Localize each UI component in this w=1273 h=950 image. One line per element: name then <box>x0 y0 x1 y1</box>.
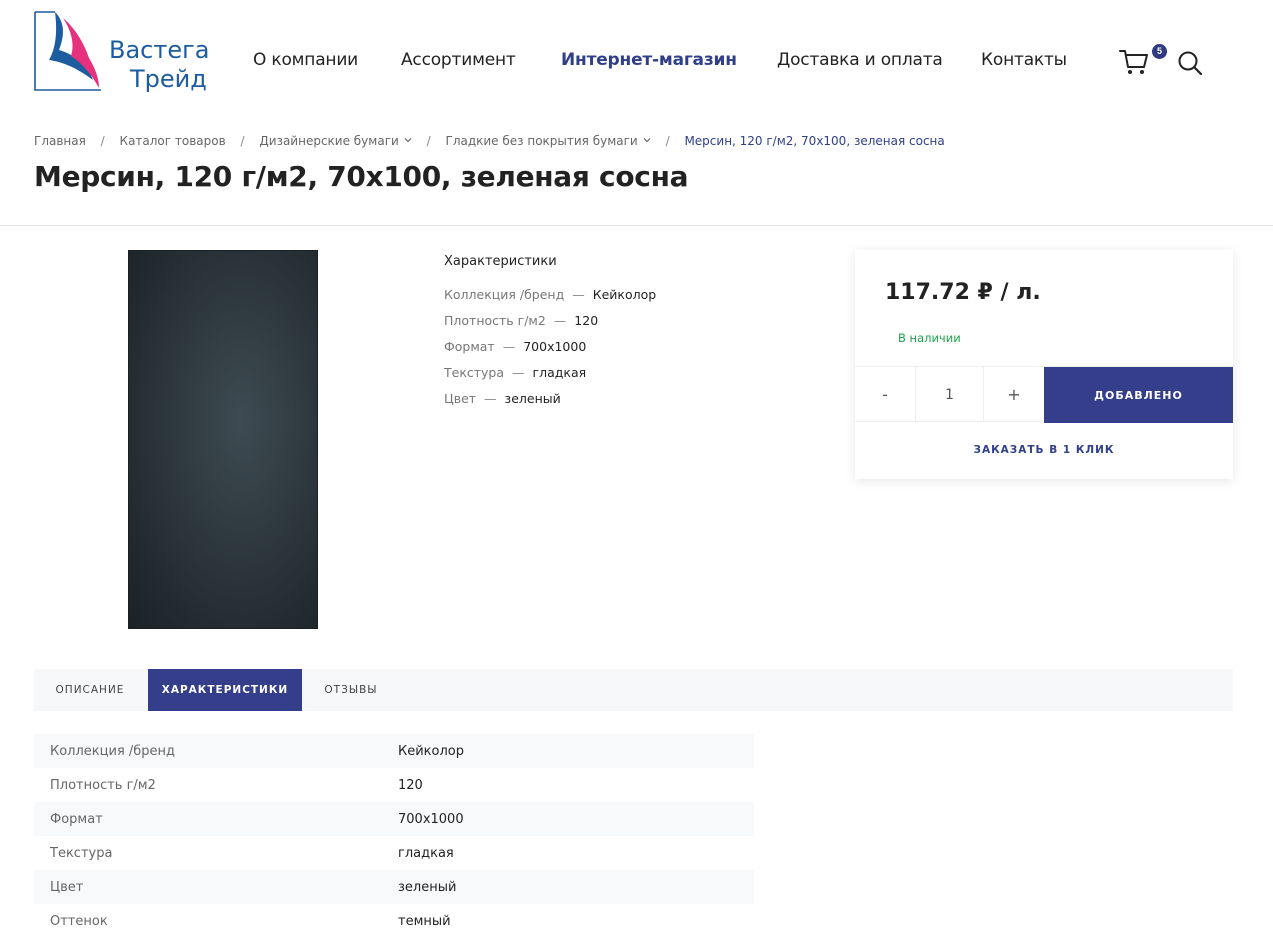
buy-box: 117.72 ₽ / л. В наличии - + ДОБАВЛЕНО ЗА… <box>855 250 1233 479</box>
quantity-row: - + ДОБАВЛЕНО <box>855 366 1233 423</box>
characteristic-row: Плотность г/м2 — 120 <box>444 313 656 339</box>
breadcrumb-home[interactable]: Главная <box>34 134 86 148</box>
quantity-input[interactable] <box>916 367 984 422</box>
characteristic-value: 700x1000 <box>523 339 587 354</box>
spec-value: зеленый <box>398 879 457 895</box>
page-title: Мерсин, 120 г/м2, 70x100, зеленая сосна <box>34 160 689 193</box>
logo-line2: Трейд <box>130 65 207 93</box>
characteristic-value: зеленый <box>504 391 561 406</box>
quantity-increase-button[interactable]: + <box>984 367 1044 422</box>
table-row: Формат 700x1000 <box>34 802 754 836</box>
search-icon <box>1178 51 1203 76</box>
spec-key: Текстура <box>50 845 113 861</box>
search-button[interactable] <box>1177 50 1203 76</box>
characteristics-list: Коллекция /бренд — Кейколор Плотность г/м2… <box>444 287 656 417</box>
spec-table: Коллекция /бренд Кейколор Плотность г/м2 1… <box>34 734 754 938</box>
shopping-cart-icon <box>1119 50 1148 74</box>
tab-characteristics[interactable]: ХАРАКТЕРИСТИКИ <box>148 669 302 711</box>
characteristic-value: гладкая <box>532 365 587 380</box>
nav-contacts[interactable]: Контакты <box>981 50 1067 70</box>
characteristic-key: Коллекция /бренд <box>444 287 565 302</box>
logo-line1: Вастега <box>109 36 210 64</box>
one-click-order-button[interactable]: ЗАКАЗАТЬ В 1 КЛИК <box>855 422 1233 479</box>
logo-mark-icon <box>34 11 101 91</box>
characteristic-key: Текстура <box>444 365 505 380</box>
add-to-cart-button[interactable]: ДОБАВЛЕНО <box>1044 367 1233 423</box>
breadcrumb-catalog[interactable]: Каталог товаров <box>120 134 226 148</box>
characteristic-row: Текстура — гладкая <box>444 365 656 391</box>
table-row: Цвет зеленый <box>34 870 754 904</box>
product-tabs: ОПИСАНИЕ ХАРАКТЕРИСТИКИ ОТЗЫВЫ <box>34 669 1233 711</box>
nav-delivery[interactable]: Доставка и оплата <box>777 50 943 70</box>
breadcrumb-separator: / <box>426 134 431 148</box>
divider <box>0 225 1273 226</box>
spec-key: Цвет <box>50 879 84 895</box>
characteristic-dash: — <box>484 391 497 406</box>
characteristic-dash: — <box>553 313 567 328</box>
chevron-down-icon <box>404 138 412 143</box>
spec-key: Плотность г/м2 <box>50 777 156 793</box>
characteristic-row: Коллекция /бренд — Кейколор <box>444 287 656 313</box>
breadcrumb-separator: / <box>665 134 670 148</box>
characteristic-dash: — <box>502 339 516 354</box>
chevron-down-icon <box>643 138 651 143</box>
characteristic-dash: — <box>572 287 585 302</box>
characteristic-value: 120 <box>574 313 599 328</box>
characteristic-key: Формат <box>444 339 495 354</box>
characteristic-row: Формат — 700x1000 <box>444 339 656 365</box>
breadcrumb: Главная / Каталог товаров / Дизайнерские… <box>34 134 945 148</box>
table-row: Плотность г/м2 120 <box>34 768 754 802</box>
nav-shop[interactable]: Интернет-магазин <box>561 50 737 70</box>
nav-about[interactable]: О компании <box>253 50 358 70</box>
stock-status: В наличии <box>898 331 961 345</box>
logo[interactable]: Вастега Трейд <box>33 10 213 98</box>
quantity-decrease-button[interactable]: - <box>855 367 916 422</box>
breadcrumb-current: Мерсин, 120 г/м2, 70x100, зеленая сосна <box>684 134 945 148</box>
price: 117.72 ₽ / л. <box>885 280 1041 305</box>
characteristic-dash: — <box>512 365 525 380</box>
spec-key: Коллекция /бренд <box>50 743 176 759</box>
logo-text: Вастега Трейд <box>109 36 209 94</box>
product-image[interactable] <box>128 250 318 629</box>
characteristic-value: Кейколор <box>592 287 657 302</box>
breadcrumb-label: Дизайнерские бумаги <box>259 134 399 148</box>
spec-value: 120 <box>398 777 423 793</box>
breadcrumb-label: Гладкие без покрытия бумаги <box>445 134 638 148</box>
cart-count-badge: 5 <box>1152 44 1167 59</box>
spec-key: Оттенок <box>50 913 108 929</box>
tab-description[interactable]: ОПИСАНИЕ <box>34 669 146 711</box>
tab-reviews[interactable]: ОТЗЫВЫ <box>306 669 396 711</box>
site-header: Вастега Трейд О компании Ассортимент Инт… <box>0 0 1273 120</box>
breadcrumb-separator: / <box>100 134 105 148</box>
characteristic-key: Цвет <box>444 391 477 406</box>
breadcrumb-separator: / <box>240 134 245 148</box>
breadcrumb-designer-papers[interactable]: Дизайнерские бумаги <box>259 134 412 148</box>
spec-value: Кейколор <box>398 743 464 759</box>
table-row: Оттенок темный <box>34 904 754 938</box>
table-row: Коллекция /бренд Кейколор <box>34 734 754 768</box>
spec-value: 700x1000 <box>398 811 464 827</box>
characteristic-key: Плотность г/м2 <box>444 313 546 328</box>
nav-assortment[interactable]: Ассортимент <box>401 50 516 70</box>
spec-value: гладкая <box>398 845 454 861</box>
characteristics-heading: Характеристики <box>444 254 557 269</box>
cart-button[interactable] <box>1119 48 1149 76</box>
spec-key: Формат <box>50 811 103 827</box>
table-row: Текстура гладкая <box>34 836 754 870</box>
spec-value: темный <box>398 913 451 929</box>
breadcrumb-smooth-papers[interactable]: Гладкие без покрытия бумаги <box>446 134 651 148</box>
characteristic-row: Цвет — зеленый <box>444 391 656 417</box>
